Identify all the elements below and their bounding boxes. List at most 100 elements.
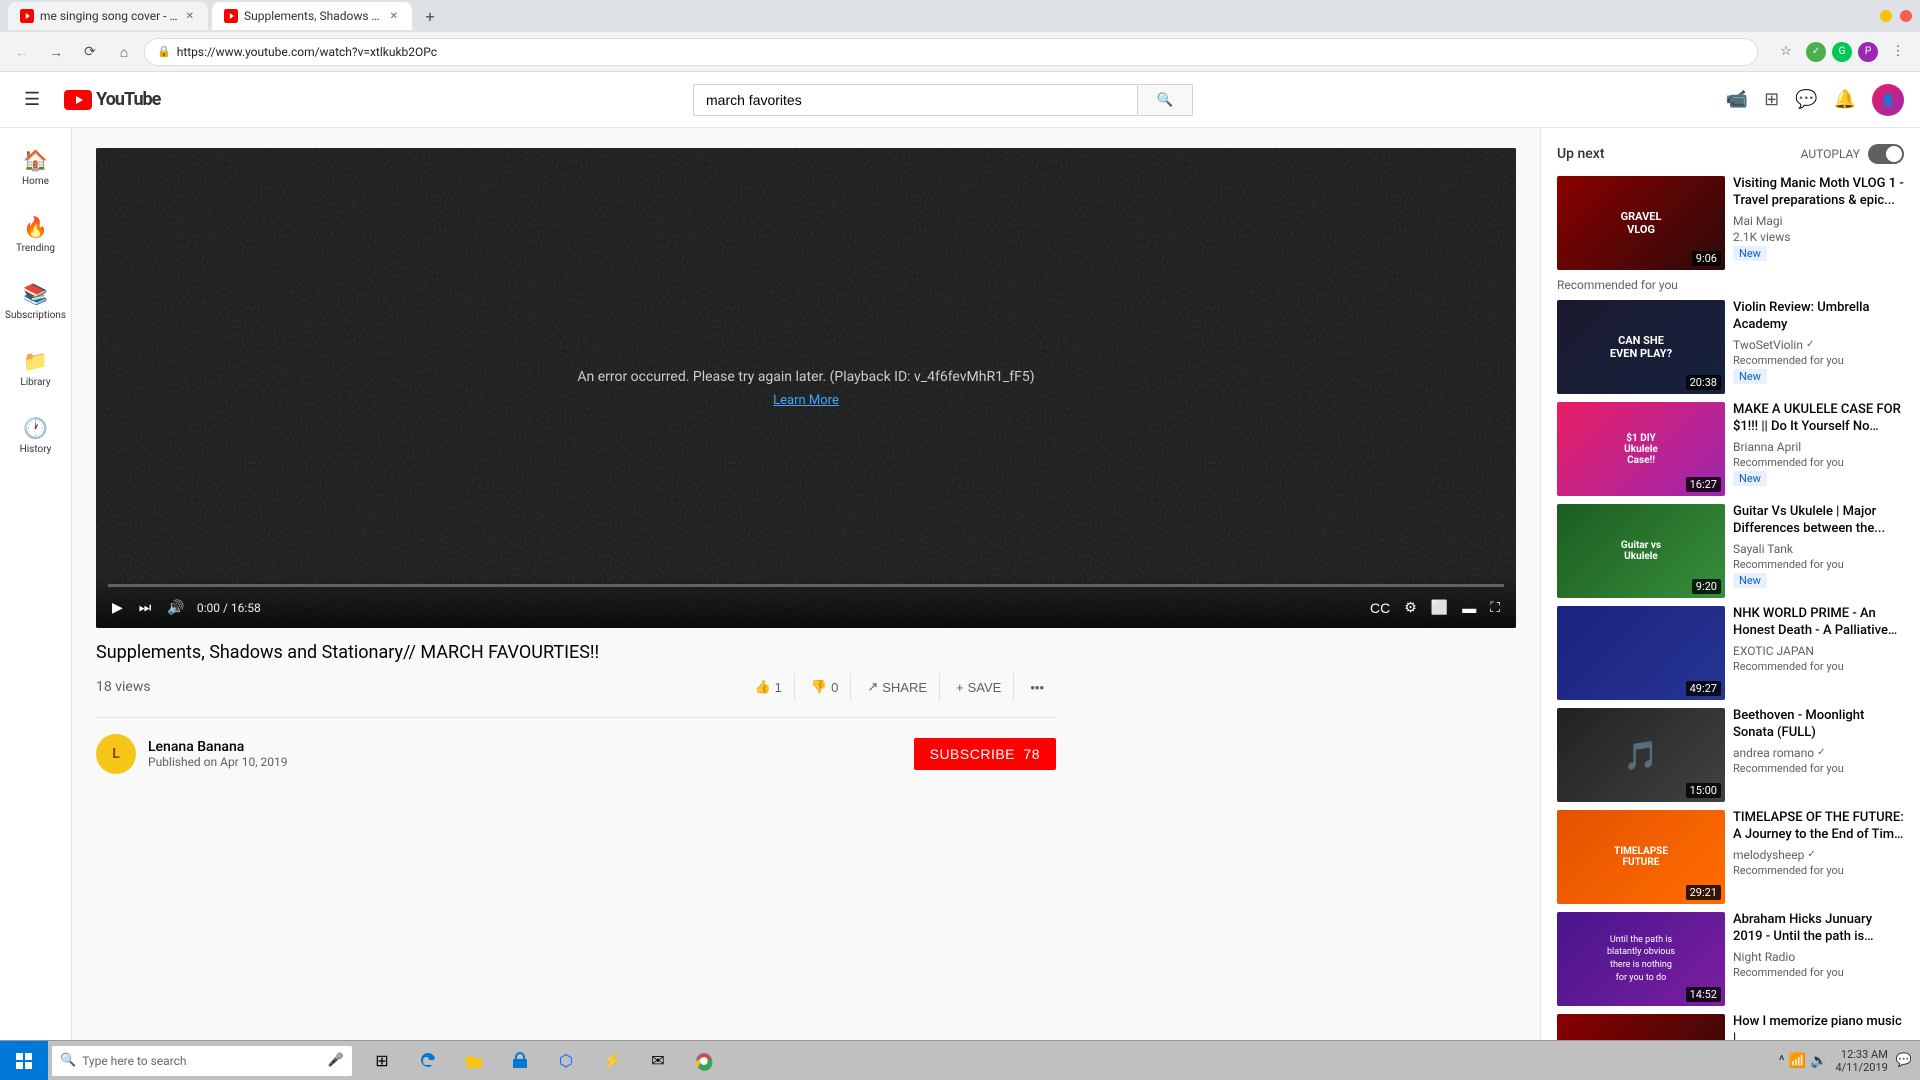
autoplay-toggle[interactable] xyxy=(1868,144,1904,164)
time-total: 16:58 xyxy=(231,601,261,615)
settings-button[interactable]: ⚙ xyxy=(1400,595,1421,620)
browser-tab-1[interactable]: me singing song cover - YouTu... ✕ xyxy=(8,2,208,30)
play-button[interactable]: ▶ xyxy=(108,595,127,620)
dislike-button[interactable]: 👎 0 xyxy=(799,673,851,701)
bookmark-icon[interactable]: ☆ xyxy=(1772,38,1800,66)
browser-menu[interactable]: ⋮ xyxy=(1884,38,1912,66)
like-button[interactable]: 👍 1 xyxy=(742,673,794,701)
channel-name-6: andrea romano xyxy=(1733,746,1814,760)
taskbar-volume[interactable]: 🔊 xyxy=(1810,1053,1827,1069)
card-info-5: NHK WORLD PRIME - An Honest Death - A Pa… xyxy=(1733,606,1904,700)
taskbar-search[interactable]: 🔍 Type here to search 🎤 xyxy=(52,1046,352,1076)
youtube-header: ☰ YouTube 🔍 📹 ⊞ 💬 🔔 👤 xyxy=(0,72,1920,128)
video-card-4[interactable]: Guitar vsUkulele 9:20 Guitar Vs Ukulele … xyxy=(1557,504,1904,598)
taskbar-dropbox[interactable]: ⬡ xyxy=(544,1041,588,1080)
upload-icon[interactable]: 📹 xyxy=(1726,89,1748,110)
share-label: SHARE xyxy=(882,680,927,695)
miniplayer-button[interactable]: ⬜ xyxy=(1427,595,1452,620)
new-tab-button[interactable]: + xyxy=(416,2,444,30)
taskbar-edge[interactable] xyxy=(406,1041,450,1080)
share-button[interactable]: ↗ SHARE xyxy=(855,673,940,701)
more-button[interactable]: ••• xyxy=(1018,674,1056,701)
video-card-7[interactable]: TIMELAPSEFUTURE 29:21 TIMELAPSE OF THE F… xyxy=(1557,810,1904,904)
theater-button[interactable]: ▬ xyxy=(1458,596,1480,620)
learn-more-link[interactable]: Learn More xyxy=(773,393,839,408)
channel-name-1: Mai Magi xyxy=(1733,214,1783,228)
home-button[interactable]: ⌂ xyxy=(110,38,138,66)
history-icon: 🕐 xyxy=(23,416,48,440)
sidebar-item-subscriptions[interactable]: 📚 Subscriptions xyxy=(0,270,71,333)
taskbar-date: 4/11/2019 xyxy=(1835,1061,1887,1074)
taskbar-store[interactable] xyxy=(498,1041,542,1080)
video-controls: ▶ ⏭ 🔊 0:00 / 16:58 CC ⚙ ⬜ ▬ ⛶ xyxy=(96,576,1516,628)
taskbar-file-explorer[interactable] xyxy=(452,1041,496,1080)
taskbar-app5[interactable]: ⚡ xyxy=(590,1041,634,1080)
trending-icon: 🔥 xyxy=(23,215,48,239)
main-content: 🏠 Home 🔥 Trending 📚 Subscriptions 📁 Libr… xyxy=(0,128,1920,1080)
channel-name-2: TwoSetViolin xyxy=(1733,338,1803,352)
browser-titlebar: me singing song cover - YouTu... ✕ Suppl… xyxy=(0,0,1920,32)
save-button[interactable]: + SAVE xyxy=(944,674,1014,701)
apps-icon[interactable]: ⊞ xyxy=(1764,89,1779,110)
sidebar-item-trending[interactable]: 🔥 Trending xyxy=(0,203,71,266)
sidebar-item-history[interactable]: 🕐 History xyxy=(0,404,71,467)
user-avatar[interactable]: 👤 xyxy=(1872,84,1904,116)
fullscreen-button[interactable]: ⛶ xyxy=(1486,595,1504,620)
back-button[interactable]: ← xyxy=(8,38,36,66)
messages-icon[interactable]: 💬 xyxy=(1795,89,1817,110)
mute-button[interactable]: 🔊 xyxy=(163,595,188,620)
browser-tab-2[interactable]: Supplements, Shadows and Stat... ✕ xyxy=(212,2,412,30)
video-card-5[interactable]: 49:27 NHK WORLD PRIME - An Honest Death … xyxy=(1557,606,1904,700)
card-thumb-8: Until the path isblatantly obviousthere … xyxy=(1557,912,1725,1006)
menu-icon[interactable]: ☰ xyxy=(16,81,48,118)
sidebar-item-home[interactable]: 🏠 Home xyxy=(0,136,71,199)
tab-close-1[interactable]: ✕ xyxy=(184,9,196,24)
skip-button[interactable]: ⏭ xyxy=(135,595,156,620)
forward-button[interactable]: → xyxy=(42,38,70,66)
search-button[interactable]: 🔍 xyxy=(1137,84,1193,116)
taskbar-clock[interactable]: 12:33 AM 4/11/2019 xyxy=(1835,1048,1887,1074)
video-card-3[interactable]: $1 DIYUkuleleCase!! 16:27 MAKE A UKULELE… xyxy=(1557,402,1904,496)
video-card-1[interactable]: GRAVELVLOG 9:06 Visiting Manic Moth VLOG… xyxy=(1557,176,1904,270)
video-error-message: An error occurred. Please try again late… xyxy=(577,369,1034,408)
browser-ext-1[interactable]: ✓ xyxy=(1806,42,1826,62)
card-title-6: Beethoven - Moonlight Sonata (FULL) xyxy=(1733,708,1904,742)
taskbar-mail[interactable]: ✉ xyxy=(636,1041,680,1080)
video-player[interactable]: An error occurred. Please try again late… xyxy=(96,148,1516,628)
tab-close-2[interactable]: ✕ xyxy=(388,9,400,24)
thumb-text-2: CAN SHEEVEN PLAY? xyxy=(1606,330,1676,364)
video-info: Supplements, Shadows and Stationary// MA… xyxy=(96,640,1056,774)
close-button[interactable] xyxy=(1900,10,1912,22)
youtube-logo[interactable]: YouTube xyxy=(64,89,160,110)
taskbar-wifi[interactable]: 📶 xyxy=(1789,1053,1806,1069)
taskbar-chrome[interactable] xyxy=(682,1041,726,1080)
subscribe-button[interactable]: SUBSCRIBE 78 xyxy=(914,738,1056,770)
search-input[interactable] xyxy=(693,84,1137,116)
video-card-6[interactable]: 🎵 15:00 Beethoven - Moonlight Sonata (FU… xyxy=(1557,708,1904,802)
browser-ext-2[interactable]: G xyxy=(1832,42,1852,62)
card-info-4: Guitar Vs Ukulele | Major Differences be… xyxy=(1733,504,1904,598)
time-display: 0:00 / 16:58 xyxy=(197,601,261,615)
reload-button[interactable]: ⟳ xyxy=(76,38,104,66)
start-button[interactable] xyxy=(0,1041,48,1080)
channel-name[interactable]: Lenana Banana xyxy=(148,739,288,755)
taskbar-expand[interactable]: ^ xyxy=(1779,1053,1785,1069)
subtitles-button[interactable]: CC xyxy=(1366,596,1394,620)
video-progress-bar[interactable] xyxy=(108,584,1504,587)
url-text: https://www.youtube.com/watch?v=xtlkukb2… xyxy=(177,45,1745,59)
address-bar[interactable]: 🔒 https://www.youtube.com/watch?v=xtlkuk… xyxy=(144,38,1758,66)
notifications-icon[interactable]: 🔔 xyxy=(1834,89,1856,110)
like-count: 1 xyxy=(775,680,782,695)
card-duration-7: 29:21 xyxy=(1686,885,1721,900)
video-card-8[interactable]: Until the path isblatantly obviousthere … xyxy=(1557,912,1904,1006)
thumb-text-1: GRAVELVLOG xyxy=(1617,206,1666,240)
sidebar-item-library[interactable]: 📁 Library xyxy=(0,337,71,400)
taskbar-task-view[interactable]: ⊞ xyxy=(360,1041,404,1080)
card-channel-8: Night Radio xyxy=(1733,950,1904,964)
minimize-button[interactable] xyxy=(1880,10,1892,22)
taskbar-notification[interactable]: 💬 xyxy=(1896,1053,1912,1068)
browser-nav-right: ☆ ✓ G P ⋮ xyxy=(1772,38,1912,66)
video-card-2[interactable]: CAN SHEEVEN PLAY? 20:38 Violin Review: U… xyxy=(1557,300,1904,394)
browser-ext-3[interactable]: P xyxy=(1858,42,1878,62)
tab-title-2: Supplements, Shadows and Stat... xyxy=(244,9,382,23)
